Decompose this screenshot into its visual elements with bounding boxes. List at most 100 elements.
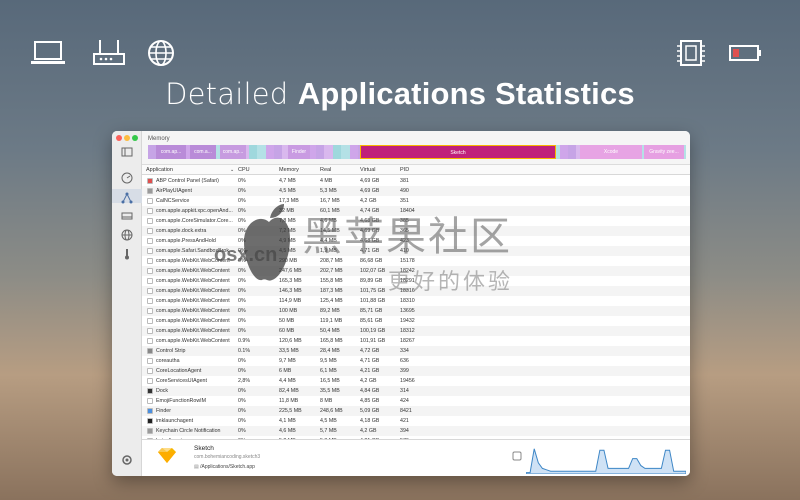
cell-cpu: 0% bbox=[238, 198, 246, 204]
table-row[interactable]: com.apple.WebKit.WebContent 0.9% 120,6 MB 1… bbox=[142, 336, 690, 346]
close-button[interactable] bbox=[116, 135, 122, 141]
cell-app: com.apple.WebKit.WebContent bbox=[156, 258, 230, 264]
app-icon bbox=[147, 428, 153, 434]
cell-cpu: 0% bbox=[238, 408, 246, 414]
app-icon bbox=[147, 218, 153, 224]
cell-app: com.apple.WebKit.WebContent bbox=[156, 338, 230, 344]
table-row[interactable]: com.apple.Safari.SandboxBrok... 0% 4,5 MB 1… bbox=[142, 246, 690, 256]
cell-virt: 4,72 GB bbox=[360, 348, 380, 354]
col-memory[interactable]: Memory bbox=[279, 167, 299, 173]
cell-real: 9,5 MB bbox=[320, 358, 337, 364]
app-icon bbox=[147, 358, 153, 364]
cell-pid: 365 bbox=[400, 228, 409, 234]
cell-pid: 385 bbox=[400, 218, 409, 224]
table-row[interactable]: Control Strip 0.1% 33,5 MB 28,4 MB 4,72 GB 33… bbox=[142, 346, 690, 356]
cell-cpu: 0% bbox=[238, 318, 246, 324]
col-pid[interactable]: PID bbox=[400, 167, 409, 173]
memory-segment-filler bbox=[559, 145, 568, 159]
zoom-button[interactable] bbox=[132, 135, 138, 141]
app-icon bbox=[147, 338, 153, 344]
cell-pid: 15178 bbox=[400, 258, 415, 264]
table-row[interactable]: com.apple.WebKit.WebContent 0% 146,3 MB 187… bbox=[142, 286, 690, 296]
memory-segment[interactable]: Finder bbox=[288, 145, 310, 159]
cell-cpu: 0% bbox=[238, 428, 246, 434]
disk-icon[interactable] bbox=[120, 209, 134, 223]
memory-segment[interactable]: Gravity zee... bbox=[644, 145, 684, 159]
cell-pid: 399 bbox=[400, 368, 409, 374]
cell-real: 35,5 MB bbox=[320, 388, 340, 394]
cell-cpu: 0% bbox=[238, 268, 246, 274]
app-icon bbox=[147, 388, 153, 394]
table-row[interactable]: Keychain Circle Notification 0% 4,6 MB 5,7 … bbox=[142, 426, 690, 436]
memory-segment[interactable]: com.ap... bbox=[156, 145, 186, 159]
table-row[interactable]: com.apple.WebKit.WebContent 0% 50 MB 119,1 … bbox=[142, 316, 690, 326]
col-cpu[interactable]: CPU bbox=[238, 167, 250, 173]
cell-real: 14,5 MB bbox=[320, 228, 340, 234]
col-real[interactable]: Real bbox=[320, 167, 331, 173]
col-virtual[interactable]: Virtual bbox=[360, 167, 376, 173]
cell-virt: 4,85 GB bbox=[360, 398, 380, 404]
app-window: Memory com.ap... com.a... com.ap... Finder S… bbox=[112, 131, 690, 476]
globe-icon bbox=[148, 40, 174, 66]
cell-real: 1,9 MB bbox=[320, 248, 337, 254]
globe-small-icon[interactable] bbox=[120, 228, 134, 242]
network-icon[interactable] bbox=[120, 191, 134, 205]
memory-segment[interactable]: Sketch bbox=[360, 145, 556, 159]
memory-segment-filler bbox=[316, 145, 325, 159]
table-row[interactable]: com.apple.dock.extra 0% 7,2 MB 14,5 MB 4,69 … bbox=[142, 226, 690, 236]
app-icon bbox=[147, 348, 153, 354]
table-row[interactable]: com.apple.WebKit.WebContent 0% 114,9 MB 125… bbox=[142, 296, 690, 306]
cell-mem: 4,5 MB bbox=[279, 188, 296, 194]
hero-icons bbox=[0, 38, 800, 72]
table-row[interactable]: com.apple.WebKit.WebContent 0% 247,6 MB 202… bbox=[142, 266, 690, 276]
memory-segment-filler bbox=[265, 145, 274, 159]
cell-mem: 6 MB bbox=[279, 368, 292, 374]
table-row[interactable]: EmojiFunctionRowIM 0% 11,8 MB 8 MB 4,85 GB 42… bbox=[142, 396, 690, 406]
cell-mem: 60 MB bbox=[279, 328, 295, 334]
cell-real: 28,4 MB bbox=[320, 348, 340, 354]
thermometer-icon[interactable] bbox=[120, 247, 134, 261]
memory-segment[interactable]: com.a... bbox=[190, 145, 216, 159]
table-row[interactable]: ABP Control Panel (Safari) 0% 4,7 MB 4 MB 4,… bbox=[142, 176, 690, 186]
cell-virt: 101,75 GB bbox=[360, 288, 386, 294]
cell-virt: 4,2 GB bbox=[360, 428, 377, 434]
table-row[interactable]: Dock 0% 82,4 MB 35,5 MB 4,84 GB 314 bbox=[142, 386, 690, 396]
table-row[interactable]: com.apple.CoreSimulator.Core... 0% 7,8 MB 4… bbox=[142, 216, 690, 226]
table-header: Application ⌄ CPU Memory Real Virtual PI… bbox=[142, 165, 690, 175]
table-row[interactable]: com.apple.WebKit.WebContent 0% 165,3 MB 155… bbox=[142, 276, 690, 286]
app-icon bbox=[147, 378, 153, 384]
table-row[interactable]: AirPlayUIAgent 0% 4,5 MB 5,3 MB 4,69 GB 490 bbox=[142, 186, 690, 196]
minimize-button[interactable] bbox=[124, 135, 130, 141]
table-row[interactable]: CalNCService 0% 17,3 MB 16,7 MB 4,2 GB 351 bbox=[142, 196, 690, 206]
col-application[interactable]: Application bbox=[146, 167, 173, 173]
cell-app: com.apple.WebKit.WebContent bbox=[156, 278, 230, 284]
cell-mem: 4,5 MB bbox=[279, 248, 296, 254]
table-row[interactable]: CoreServicesUIAgent 2,8% 4,4 MB 16,5 MB 4,2 … bbox=[142, 376, 690, 386]
table-row[interactable]: com.apple.PressAndHold 0% 4,9 MB 4,4 MB 4,68… bbox=[142, 236, 690, 246]
app-icon bbox=[147, 198, 153, 204]
graph-toggle-icon[interactable] bbox=[512, 451, 522, 461]
memory-segment[interactable]: com.ap... bbox=[220, 145, 246, 159]
table-row[interactable]: com.apple.WebKit.WebContent 0% 290 MB 208,7… bbox=[142, 256, 690, 266]
table-row[interactable]: imklaunchagent 0% 4,1 MB 4,5 MB 4,18 GB 421 bbox=[142, 416, 690, 426]
table-row[interactable]: coreautha 0% 9,7 MB 9,5 MB 4,71 GB 636 bbox=[142, 356, 690, 366]
table-row[interactable]: com.apple.appkit.xpc.openAnd... 0% 32 MB 60… bbox=[142, 206, 690, 216]
settings-gear-icon[interactable] bbox=[120, 453, 134, 467]
table-row[interactable]: com.apple.WebKit.WebContent 0% 60 MB 50,4 M… bbox=[142, 326, 690, 336]
cell-cpu: 0% bbox=[238, 238, 246, 244]
cell-cpu: 0% bbox=[238, 178, 246, 184]
cell-app: com.apple.CoreSimulator.Core... bbox=[156, 218, 233, 224]
cell-app: com.apple.WebKit.WebContent bbox=[156, 308, 230, 314]
cell-cpu: 0% bbox=[238, 398, 246, 404]
table-row[interactable]: CoreLocationAgent 0% 6 MB 6,1 MB 4,21 GB 399 bbox=[142, 366, 690, 376]
memory-segment[interactable]: Xcode bbox=[580, 145, 642, 159]
sidebar-toggle-icon[interactable] bbox=[120, 145, 134, 159]
speedometer-icon[interactable] bbox=[120, 171, 134, 185]
table-row[interactable]: Finder 0% 225,5 MB 248,6 MB 5,09 GB 8421 bbox=[142, 406, 690, 416]
app-path[interactable]: ▤ /Applications/Sketch.app bbox=[194, 464, 255, 470]
cell-mem: 146,3 MB bbox=[279, 288, 302, 294]
cell-virt: 4,69 GB bbox=[360, 188, 380, 194]
table-row[interactable]: com.apple.WebKit.WebContent 0% 100 MB 89,2 … bbox=[142, 306, 690, 316]
sort-chevron-icon[interactable]: ⌄ bbox=[230, 167, 234, 173]
cell-cpu: 0% bbox=[238, 278, 246, 284]
